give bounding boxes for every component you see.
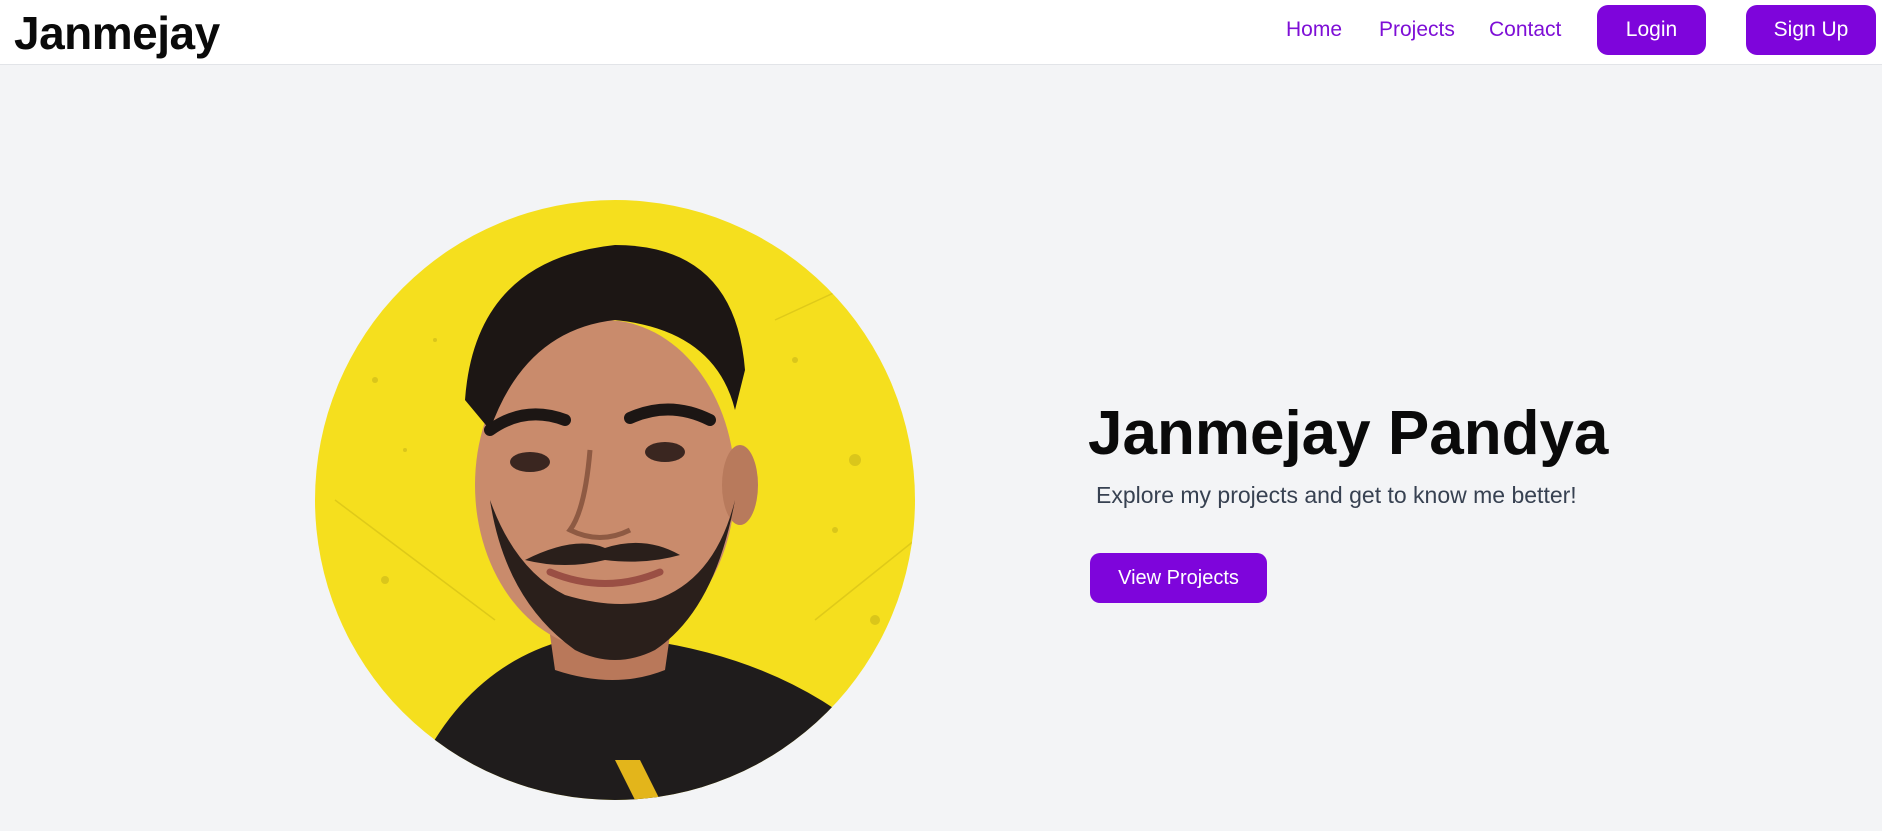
view-projects-button[interactable]: View Projects xyxy=(1090,553,1267,603)
signup-button[interactable]: Sign Up xyxy=(1746,5,1876,55)
nav-link-home[interactable]: Home xyxy=(1286,18,1342,42)
nav-link-projects[interactable]: Projects xyxy=(1379,18,1455,42)
brand-logo[interactable]: Janmejay xyxy=(14,6,220,60)
navbar: Janmejay Home Projects Contact Login Sig… xyxy=(0,0,1882,65)
login-button[interactable]: Login xyxy=(1597,5,1706,55)
nav-link-contact[interactable]: Contact xyxy=(1489,18,1561,42)
profile-photo xyxy=(315,200,915,800)
hero-title: Janmejay Pandya xyxy=(1088,399,1609,468)
hero-subtitle: Explore my projects and get to know me b… xyxy=(1096,482,1577,508)
